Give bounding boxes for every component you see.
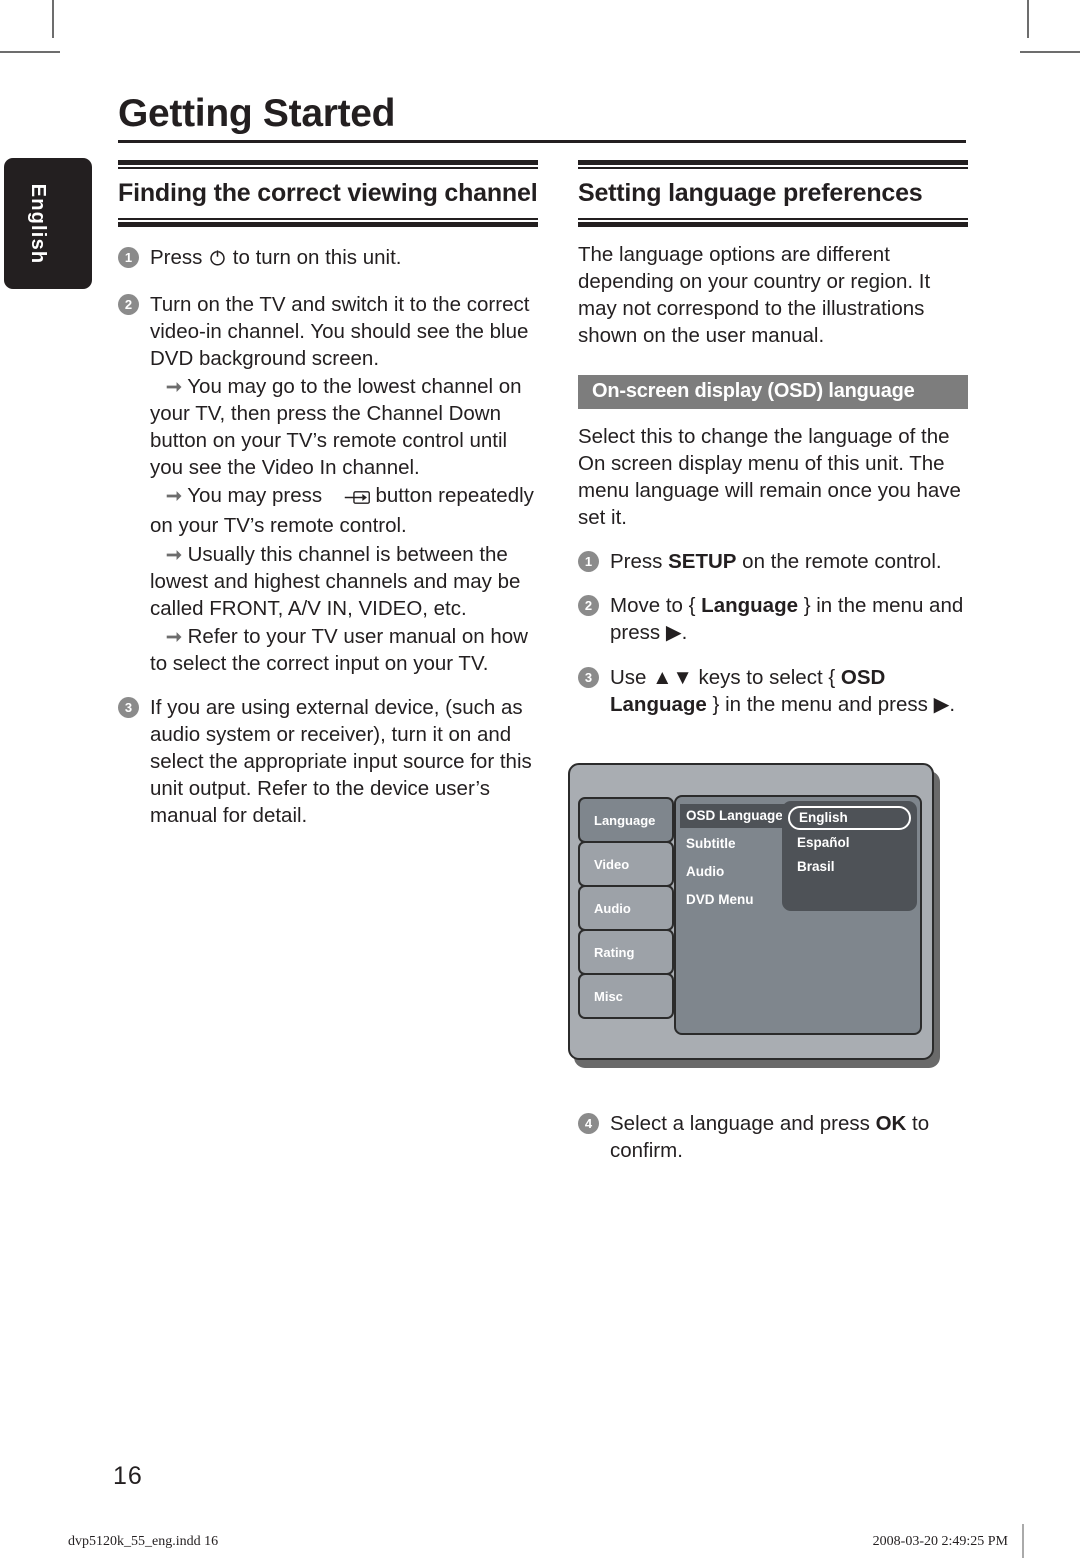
osd-menu-illustration: Language Video Audio Rating Misc OSD Lan… [568, 763, 940, 1068]
left-step-2-sub-1: ➞ You may go to the lowest channel on yo… [150, 373, 538, 481]
left-section-rule-bottom [118, 218, 538, 227]
left-step-2-text: Turn on the TV and switch it to the corr… [150, 293, 530, 371]
arrow-bullet-icon: ➞ [166, 377, 182, 399]
osd-tab-misc[interactable]: Misc [578, 973, 674, 1019]
footer-rule [1022, 1524, 1024, 1558]
left-step-2-sub-3: ➞ Usually this channel is between the lo… [150, 541, 538, 622]
osd-settings-panel: OSD Language Subtitle Audio DVD Menu Eng… [674, 795, 922, 1035]
right-intro-paragraph: The language options are different depen… [578, 243, 931, 348]
right-step-4: 4 Select a language and press OK to conf… [578, 1110, 968, 1164]
sub-item-text: Refer to your TV user manual on how to s… [150, 624, 528, 675]
osd-item-audio[interactable]: Audio [680, 860, 730, 884]
step-number: 3 [578, 666, 599, 688]
osd-tab-audio[interactable]: Audio [578, 885, 674, 931]
step-number: 3 [118, 696, 139, 718]
right-step-1-text: Press SETUP on the remote control. [610, 550, 942, 574]
right-step-4-text: Select a language and press OK to confir… [610, 1112, 930, 1163]
left-step-1: 1 Press to turn on this unit. [118, 244, 538, 274]
page-title: Getting Started [118, 92, 396, 135]
arrow-bullet-icon: ➞ [166, 486, 182, 508]
osd-option-brasil[interactable]: Brasil [788, 855, 911, 878]
left-step-2-sub-2: ➞ You may press button repeatedly on you… [150, 482, 538, 539]
arrow-bullet-icon: ➞ [166, 544, 182, 566]
left-section-title: Finding the correct viewing channel [118, 179, 538, 207]
sub-item-text-before-icon: You may press [187, 484, 328, 508]
sub-item-text: Usually this channel is between the lowe… [150, 542, 521, 620]
osd-tab-label: Language [594, 813, 656, 828]
arrow-bullet-icon: ➞ [166, 626, 182, 648]
osd-item-dvd-menu[interactable]: DVD Menu [680, 888, 760, 912]
osd-description: Select this to change the language of th… [578, 425, 961, 530]
step-number: 1 [578, 551, 599, 573]
left-step-2: 2 Turn on the TV and switch it to the co… [118, 291, 538, 677]
step-number: 2 [118, 294, 139, 316]
left-column: Finding the correct viewing channel 1 Pr… [118, 160, 538, 829]
osd-screen: Language Video Audio Rating Misc OSD Lan… [568, 763, 934, 1060]
left-step-3: 3 If you are using external device, (suc… [118, 694, 538, 829]
osd-tab-video[interactable]: Video [578, 841, 674, 887]
osd-item-subtitle[interactable]: Subtitle [680, 832, 742, 856]
osd-tab-label: Video [594, 857, 630, 872]
left-step-1-text-after: to turn on this unit. [227, 246, 402, 269]
footer-filename: dvp5120k_55_eng.indd 16 [68, 1534, 219, 1549]
osd-tab-language[interactable]: Language [578, 797, 674, 843]
osd-tab-label: Rating [594, 945, 635, 960]
osd-tab-label: Misc [594, 989, 623, 1004]
right-step-2-text: Move to { Language } in the menu and pre… [610, 594, 964, 645]
step-number: 1 [118, 247, 139, 268]
right-section-rule-top [578, 160, 968, 169]
left-step-3-text: If you are using external device, (such … [150, 695, 532, 827]
right-step-1: 1 Press SETUP on the remote control. [578, 548, 968, 575]
osd-option-english[interactable]: English [788, 806, 911, 830]
osd-category-tabs: Language Video Audio Rating Misc [578, 797, 674, 1019]
page-content: Getting Started Finding the correct view… [0, 0, 1080, 1567]
osd-item-osd-language[interactable]: OSD Language [680, 804, 789, 828]
right-section-rule-bottom [578, 218, 968, 227]
left-step-2-sub-4: ➞ Refer to your TV user manual on how to… [150, 623, 538, 677]
left-step-1-text-before: Press [150, 246, 209, 269]
input-source-icon [328, 485, 370, 512]
osd-tab-label: Audio [594, 901, 631, 916]
right-step-3-text: Use ▲▼ keys to select { OSD Language } i… [610, 665, 956, 716]
step-number: 2 [578, 595, 599, 617]
osd-tab-rating[interactable]: Rating [578, 929, 674, 975]
right-section-title: Setting language preferences [578, 179, 923, 207]
osd-option-espanol[interactable]: Español [788, 831, 911, 854]
power-icon [208, 247, 227, 274]
page-title-rule [118, 140, 966, 143]
footer-timestamp: 2008-03-20 2:49:25 PM [872, 1534, 1008, 1549]
right-step-3: 3 Use ▲▼ keys to select { OSD Language }… [578, 664, 968, 718]
sub-item-text: You may go to the lowest channel on your… [150, 375, 522, 480]
step-number: 4 [578, 1113, 599, 1134]
osd-language-options-flyout: English Español Brasil [782, 801, 917, 911]
page-number: 16 [113, 1462, 143, 1490]
right-column: Setting language preferences The languag… [578, 160, 968, 718]
left-section-rule-top [118, 160, 538, 169]
right-step-2: 2 Move to { Language } in the menu and p… [578, 592, 968, 646]
osd-language-heading: On-screen display (OSD) language [578, 375, 968, 410]
